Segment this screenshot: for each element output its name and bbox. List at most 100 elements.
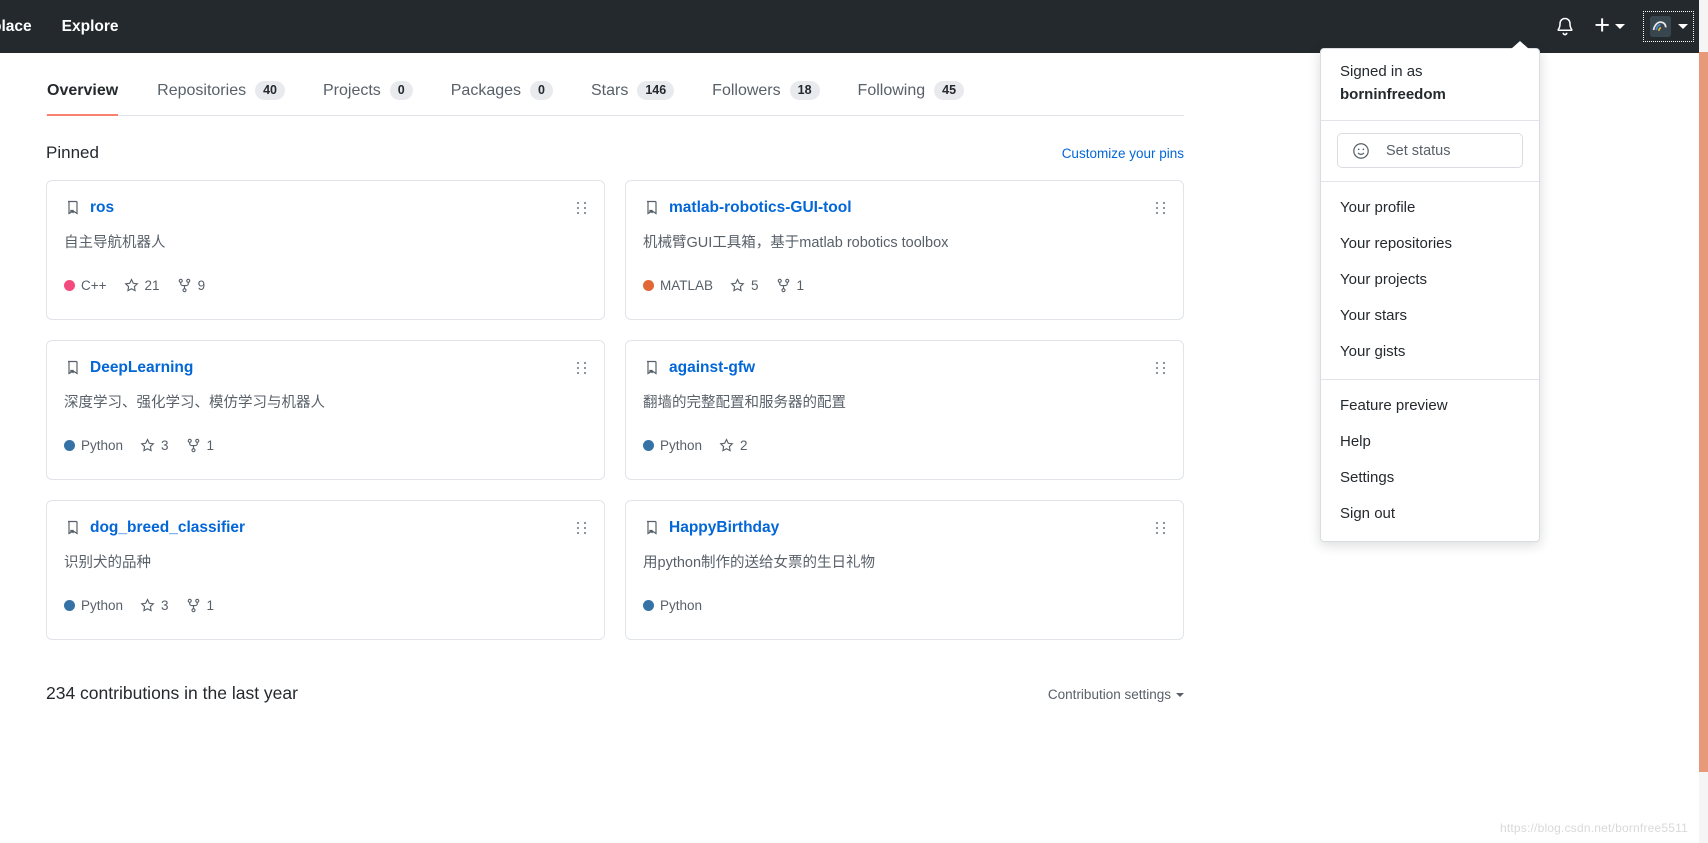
menu-your-repositories[interactable]: Your repositories: [1321, 226, 1539, 262]
create-new-button[interactable]: +: [1594, 9, 1625, 40]
drag-handle-icon[interactable]: [1156, 522, 1166, 536]
repo-language: Python: [64, 598, 123, 613]
pinned-repo-heading: HappyBirthday: [643, 519, 1166, 537]
contribution-settings-button[interactable]: Contribution settings: [1048, 687, 1184, 702]
star-icon: [140, 598, 155, 613]
pinned-repo-heading: against-gfw: [643, 359, 1166, 377]
menu-your-stars[interactable]: Your stars: [1321, 298, 1539, 334]
star-icon: [123, 278, 139, 293]
fork-icon: [186, 438, 201, 453]
repo-icon: [643, 200, 659, 216]
plus-icon: +: [1594, 9, 1610, 40]
tab-packages[interactable]: Packages 0: [432, 81, 572, 115]
repo-name-link[interactable]: matlab-robotics-GUI-tool: [669, 199, 852, 217]
menu-your-gists[interactable]: Your gists: [1321, 334, 1539, 370]
menu-your-profile[interactable]: Your profile: [1321, 190, 1539, 226]
signed-in-label: Signed in as: [1340, 63, 1423, 80]
repo-icon: [64, 200, 80, 216]
nav-explore[interactable]: Explore: [62, 18, 119, 36]
repo-name-link[interactable]: dog_breed_classifier: [90, 519, 245, 537]
set-status-section: Set status: [1321, 121, 1539, 182]
repo-name-link[interactable]: against-gfw: [669, 359, 755, 377]
language-color-dot: [64, 600, 75, 611]
repo-name-link[interactable]: ros: [90, 199, 114, 217]
tab-label: Stars: [590, 81, 629, 99]
language-label: MATLAB: [660, 278, 714, 293]
contribution-settings-label: Contribution settings: [1047, 687, 1171, 702]
customize-pins-link[interactable]: Customize your pins: [1062, 146, 1184, 161]
set-status-button[interactable]: Set status: [1337, 133, 1523, 168]
repo-description: 深度学习、强化学习、模仿学习与机器人: [64, 395, 325, 411]
user-dropdown-menu: Signed in as borninfreedom Set status Yo…: [1320, 41, 1540, 542]
drag-handle-icon[interactable]: [1156, 362, 1166, 376]
tab-counter: 18: [789, 81, 820, 100]
set-status-label: Set status: [1386, 142, 1451, 159]
repo-stars[interactable]: 5: [730, 278, 759, 293]
repo-stars[interactable]: 3: [140, 598, 169, 613]
fork-icon: [776, 278, 791, 293]
repo-stars[interactable]: 2: [719, 438, 748, 453]
fork-icon: [186, 598, 201, 613]
repo-name-link[interactable]: DeepLearning: [90, 359, 193, 377]
repo-forks[interactable]: 1: [776, 278, 805, 293]
star-icon: [730, 278, 745, 293]
star-icon: [719, 438, 734, 453]
menu-help[interactable]: Help: [1321, 424, 1539, 460]
fork-count: 9: [197, 278, 206, 293]
repo-forks[interactable]: 9: [177, 278, 206, 293]
tab-overview[interactable]: Overview: [46, 82, 138, 116]
chevron-down-icon: [1615, 24, 1625, 29]
pinned-repo-heading: matlab-robotics-GUI-tool: [643, 199, 1166, 217]
repo-meta: Python: [643, 598, 702, 613]
tab-followers[interactable]: Followers 18: [693, 81, 838, 115]
drag-handle-icon[interactable]: [1156, 202, 1166, 216]
repo-forks[interactable]: 1: [186, 438, 215, 453]
repo-description: 用python制作的送给女票的生日礼物: [643, 555, 876, 571]
pinned-repo-card[interactable]: matlab-robotics-GUI-tool 机械臂GUI工具箱，基于mat…: [625, 180, 1184, 320]
pinned-repo-heading: dog_breed_classifier: [64, 519, 587, 537]
repo-stars[interactable]: 3: [140, 438, 169, 453]
pinned-repo-card[interactable]: against-gfw 翻墙的完整配置和服务器的配置 Python 2: [625, 340, 1184, 480]
fork-count: 1: [796, 278, 805, 293]
repo-forks[interactable]: 1: [186, 598, 215, 613]
bell-icon[interactable]: [1554, 16, 1576, 38]
header-actions: +: [1554, 0, 1694, 53]
menu-settings[interactable]: Settings: [1321, 460, 1539, 496]
language-color-dot: [64, 440, 75, 451]
pinned-repo-card[interactable]: DeepLearning 深度学习、强化学习、模仿学习与机器人 Python 3…: [46, 340, 605, 480]
fork-count: 1: [206, 598, 215, 613]
repo-language: Python: [643, 438, 702, 453]
pinned-repo-card[interactable]: ros 自主导航机器人 C++ 21 9: [46, 180, 605, 320]
repo-stars[interactable]: 21: [123, 278, 160, 293]
repo-name-link[interactable]: HappyBirthday: [669, 519, 779, 537]
pinned-repo-card[interactable]: HappyBirthday 用python制作的送给女票的生日礼物 Python: [625, 500, 1184, 640]
menu-sign-out[interactable]: Sign out: [1321, 496, 1539, 532]
drag-handle-icon[interactable]: [577, 522, 587, 536]
tab-projects[interactable]: Projects 0: [304, 81, 432, 115]
avatar-menu-button[interactable]: [1643, 11, 1694, 42]
pinned-repo-card[interactable]: dog_breed_classifier 识别犬的品种 Python 3 1: [46, 500, 605, 640]
fork-count: 1: [206, 438, 215, 453]
menu-your-projects[interactable]: Your projects: [1321, 262, 1539, 298]
drag-handle-icon[interactable]: [577, 202, 587, 216]
drag-handle-icon[interactable]: [577, 362, 587, 376]
star-count: 5: [751, 278, 759, 293]
pinned-header: Pinned Customize your pins: [46, 143, 1184, 163]
tab-counter: 0: [530, 81, 553, 100]
avatar: [1650, 16, 1671, 37]
pinned-title: Pinned: [46, 143, 99, 162]
repo-language: MATLAB: [643, 278, 713, 293]
repo-meta: Python 3 1: [64, 598, 214, 613]
tab-counter: 146: [637, 81, 675, 100]
repo-meta: Python 2: [643, 438, 748, 453]
pinned-repo-heading: DeepLearning: [64, 359, 587, 377]
tab-stars[interactable]: Stars 146: [572, 81, 693, 115]
nav-marketplace[interactable]: place: [0, 18, 32, 36]
tab-following[interactable]: Following 45: [839, 81, 984, 115]
signed-in-block: Signed in as borninfreedom: [1321, 49, 1539, 121]
scrollbar-thumb[interactable]: [1699, 52, 1708, 772]
menu-feature-preview[interactable]: Feature preview: [1321, 388, 1539, 424]
chevron-down-icon: [1678, 24, 1688, 29]
tab-label: Repositories: [157, 81, 247, 99]
tab-repositories[interactable]: Repositories 40: [138, 81, 304, 115]
